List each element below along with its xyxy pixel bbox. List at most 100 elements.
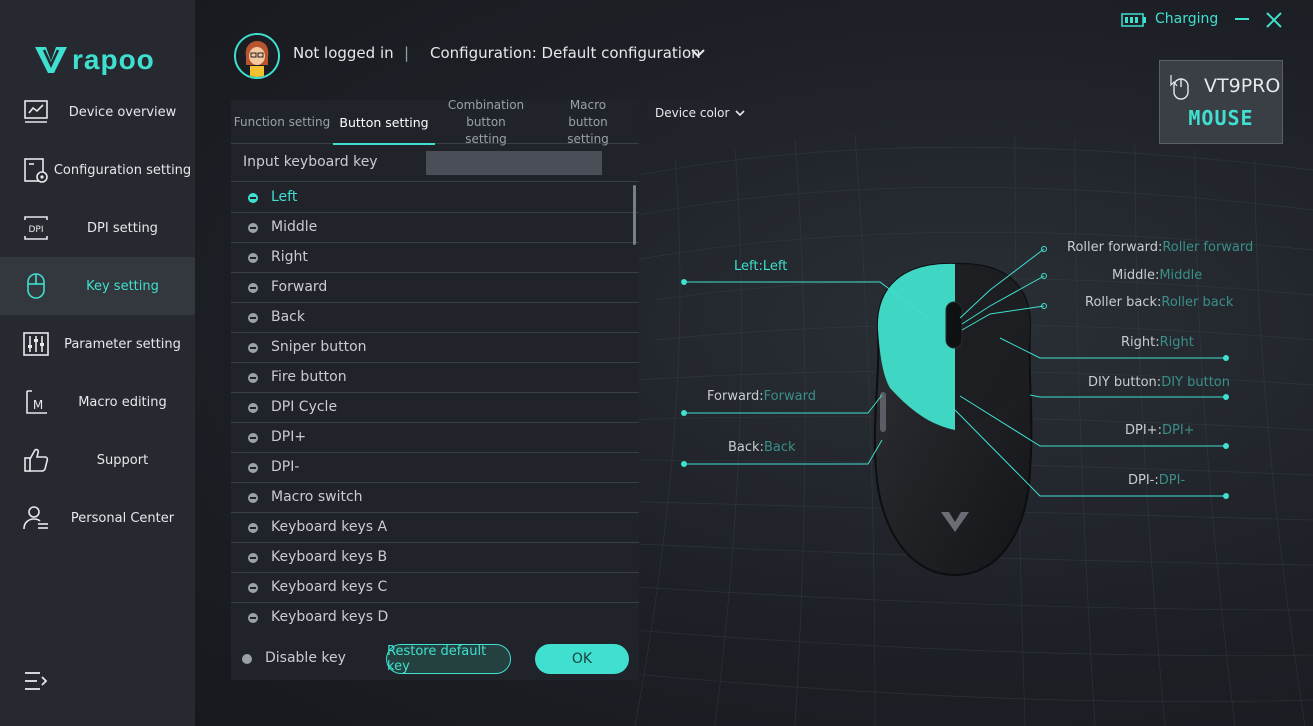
radio-icon[interactable] (248, 463, 258, 473)
configuration-selector[interactable]: Configuration: Default configuration (430, 44, 701, 62)
restore-default-button[interactable]: Restore default key (386, 644, 511, 674)
key-list[interactable]: Left Middle Right Forward Back Sniper button F… (231, 183, 639, 631)
sidebar-item-device-overview[interactable]: Device overview (0, 83, 195, 141)
user-status[interactable]: Not logged in (293, 44, 394, 62)
sidebar-item-configuration-setting[interactable]: Configuration setting (0, 141, 195, 199)
callout-diy-button[interactable]: DIY button:DIY button (1088, 375, 1230, 390)
thumbs-up-icon (24, 448, 49, 472)
header-separator: | (404, 44, 410, 62)
radio-icon[interactable] (248, 403, 258, 413)
radio-icon[interactable] (248, 613, 258, 623)
callout-roller-forward[interactable]: Roller forward:Roller forward (1067, 240, 1253, 255)
sidebar: rapoo Device overview Configuration sett… (0, 0, 195, 726)
callout-value: Forward (763, 389, 816, 404)
sidebar-item-personal-center[interactable]: Personal Center (0, 489, 195, 547)
sidebar-item-dpi-setting[interactable]: DPI DPI setting (0, 199, 195, 257)
radio-icon[interactable] (248, 343, 258, 353)
mouse-icon (27, 273, 45, 299)
radio-icon[interactable] (248, 523, 258, 533)
device-color-dropdown[interactable]: Device color (647, 100, 753, 125)
list-item[interactable]: DPI+ (231, 423, 639, 453)
sidebar-item-support[interactable]: Support (0, 431, 195, 489)
list-item[interactable]: Right (231, 243, 639, 273)
callout-roller-back[interactable]: Roller back:Roller back (1085, 295, 1233, 310)
list-item[interactable]: Keyboard keys B (231, 543, 639, 573)
callout-key: DPI-: (1128, 473, 1159, 488)
ok-button[interactable]: OK (535, 644, 629, 674)
list-item[interactable]: Back (231, 303, 639, 333)
callout-key: Middle: (1112, 268, 1160, 283)
minimize-icon[interactable] (1233, 8, 1251, 30)
radio-icon[interactable] (248, 253, 258, 263)
chevron-down-icon[interactable] (690, 46, 706, 60)
close-icon[interactable] (1264, 10, 1284, 30)
callout-value: Right (1159, 335, 1194, 350)
avatar-girl-icon (236, 35, 278, 77)
list-item-label: Keyboard keys A (271, 519, 388, 535)
radio-icon[interactable] (248, 193, 258, 203)
radio-icon[interactable] (248, 373, 258, 383)
device-badge[interactable]: VT9PRO MOUSE (1159, 60, 1283, 144)
list-item[interactable]: Forward (231, 273, 639, 303)
disable-key-label[interactable]: Disable key (265, 650, 346, 666)
sidebar-item-parameter-setting[interactable]: Parameter setting (0, 315, 195, 373)
list-item-label: Middle (271, 219, 318, 235)
callout-left[interactable]: Left:Left (734, 259, 787, 274)
key-list-scrollbar[interactable] (633, 185, 636, 245)
sidebar-item-macro-editing[interactable]: M Macro editing (0, 373, 195, 431)
callout-value: Left (762, 259, 788, 274)
tab-button-setting[interactable]: Button setting (333, 100, 435, 145)
list-item-label: Sniper button (271, 339, 367, 355)
list-item[interactable]: DPI- (231, 453, 639, 483)
mouse-cursor-icon (1170, 75, 1189, 100)
callout-value: DPI- (1158, 473, 1186, 488)
callout-value: Roller forward (1162, 240, 1254, 255)
avatar[interactable] (234, 33, 280, 79)
callout-dpi-plus[interactable]: DPI+:DPI+ (1125, 423, 1195, 438)
list-item[interactable]: Macro switch (231, 483, 639, 513)
sliders-icon (23, 332, 49, 356)
radio-icon[interactable] (248, 583, 258, 593)
radio-icon[interactable] (248, 553, 258, 563)
keyboard-key-input[interactable] (426, 151, 602, 175)
list-item[interactable]: Sniper button (231, 333, 639, 363)
tab-macro-button-setting[interactable]: Macro button setting (537, 98, 639, 146)
device-type: MOUSE (1188, 106, 1254, 130)
tab-combination-button-setting[interactable]: Combination button setting (435, 98, 537, 146)
device-model: VT9PRO (1204, 75, 1281, 97)
list-item[interactable]: Keyboard keys A (231, 513, 639, 543)
menu-collapse-icon[interactable] (24, 670, 48, 692)
radio-icon[interactable] (248, 283, 258, 293)
list-item[interactable]: Left (231, 183, 639, 213)
radio-icon[interactable] (248, 493, 258, 503)
list-item-label: DPI Cycle (271, 399, 338, 415)
side-buttons (880, 392, 886, 432)
list-item[interactable]: Fire button (231, 363, 639, 393)
callout-forward[interactable]: Forward:Forward (707, 389, 816, 404)
callout-middle[interactable]: Middle:Middle (1112, 268, 1202, 283)
mouse-illustration (681, 246, 1229, 577)
radio-icon[interactable] (248, 223, 258, 233)
list-item[interactable]: Middle (231, 213, 639, 243)
callout-back[interactable]: Back:Back (728, 440, 796, 455)
svg-text:M: M (33, 398, 43, 412)
list-item-label: Keyboard keys B (271, 549, 388, 565)
list-item-label: Left (271, 189, 298, 205)
list-item[interactable]: Keyboard keys C (231, 573, 639, 603)
radio-icon[interactable] (248, 313, 258, 323)
disable-key-radio[interactable] (242, 654, 252, 664)
config-icon (24, 158, 48, 183)
callout-key: DPI+: (1125, 423, 1162, 438)
brand-name: rapoo (72, 44, 155, 75)
list-item[interactable]: DPI Cycle (231, 393, 639, 423)
sidebar-item-label: Device overview (68, 104, 177, 120)
keyboard-key-label: Input keyboard key (243, 154, 378, 170)
sidebar-item-key-setting[interactable]: Key setting (0, 257, 195, 315)
callout-value: DIY button (1161, 375, 1230, 390)
panel-footer: Disable key Restore default key OK (231, 640, 639, 680)
callout-dpi-minus[interactable]: DPI-:DPI- (1128, 473, 1185, 488)
callout-right[interactable]: Right:Right (1121, 335, 1194, 350)
list-item[interactable]: Keyboard keys D (231, 603, 639, 631)
tab-function-setting[interactable]: Function setting (231, 100, 333, 144)
radio-icon[interactable] (248, 433, 258, 443)
